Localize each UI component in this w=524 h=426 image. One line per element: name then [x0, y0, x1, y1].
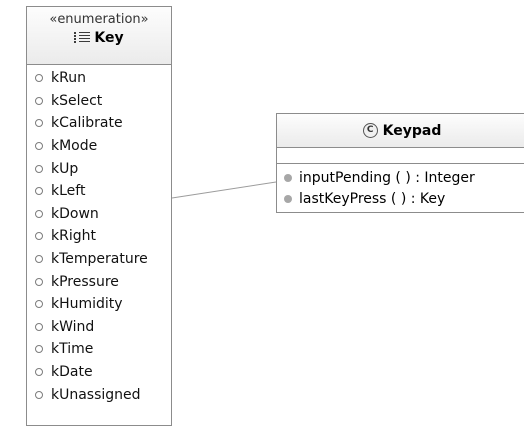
literal-label: kDown — [51, 205, 99, 222]
enum-literal[interactable]: kTime — [27, 338, 171, 361]
enum-literal[interactable]: kSelect — [27, 90, 171, 113]
literal-icon — [35, 74, 43, 83]
enum-literal[interactable]: kWind — [27, 316, 171, 339]
literal-label: kMode — [51, 138, 98, 155]
key-enumeration-header: «enumeration» Key — [27, 7, 171, 65]
class-name: Keypad — [382, 122, 442, 139]
enum-literal[interactable]: kLeft — [27, 180, 171, 203]
literal-icon — [35, 209, 43, 218]
enum-literal[interactable]: kRun — [27, 67, 171, 90]
enum-literal[interactable]: kMode — [27, 135, 171, 158]
literal-icon — [35, 300, 43, 309]
literal-label: kSelect — [51, 92, 103, 109]
class-icon: C — [362, 123, 378, 138]
keypad-class-header: C Keypad — [277, 114, 524, 148]
literal-label: kPressure — [51, 273, 119, 290]
literal-label: kDate — [51, 364, 93, 381]
literal-label: kLeft — [51, 183, 86, 200]
enumeration-icon — [74, 31, 91, 43]
enum-literal[interactable]: kDate — [27, 361, 171, 384]
enum-literal[interactable]: kUp — [27, 157, 171, 180]
literal-icon — [35, 119, 43, 128]
operation-row[interactable]: lastKeyPress ( ) : Key — [277, 188, 524, 209]
literal-icon — [35, 164, 43, 173]
literal-icon — [35, 368, 43, 377]
enum-literal[interactable]: kUnassigned — [27, 383, 171, 406]
enum-literal[interactable]: kDown — [27, 203, 171, 226]
literal-list: kRun kSelect kCalibrate kMode kUp kLeft kDown k… — [27, 65, 171, 406]
literal-label: kRun — [51, 70, 86, 87]
literal-icon — [35, 255, 43, 264]
enum-literal[interactable]: kRight — [27, 225, 171, 248]
enumeration-title: Key — [27, 28, 171, 48]
literal-icon — [35, 232, 43, 241]
enum-literal[interactable]: kCalibrate — [27, 112, 171, 135]
literal-label: kUp — [51, 160, 79, 177]
literal-icon — [35, 187, 43, 196]
attribute-compartment — [277, 148, 524, 164]
literal-icon — [35, 277, 43, 286]
literal-label: kWind — [51, 318, 95, 335]
enum-literal[interactable]: kTemperature — [27, 248, 171, 271]
key-enumeration[interactable]: «enumeration» Key kRun kSelect kCalibrate k… — [26, 6, 172, 426]
operation-icon — [284, 194, 292, 203]
operation-label: lastKeyPress ( ) : Key — [299, 190, 446, 207]
operation-label: inputPending ( ) : Integer — [299, 169, 475, 186]
literal-icon — [35, 322, 43, 331]
keypad-class[interactable]: C Keypad inputPending ( ) : Integer lastK… — [276, 113, 524, 213]
operation-list: inputPending ( ) : Integer lastKeyPress (… — [277, 164, 524, 209]
stereotype-label: «enumeration» — [49, 12, 149, 27]
diagram-canvas: «enumeration» Key kRun kSelect kCalibrate k… — [0, 0, 524, 426]
literal-label: kTime — [51, 341, 94, 358]
literal-label: kUnassigned — [51, 386, 141, 403]
operation-icon — [284, 173, 292, 182]
literal-icon — [35, 142, 43, 151]
literal-icon — [35, 390, 43, 399]
association-line[interactable] — [171, 181, 277, 199]
operation-row[interactable]: inputPending ( ) : Integer — [277, 167, 524, 188]
literal-label: kRight — [51, 228, 96, 245]
literal-label: kTemperature — [51, 251, 148, 268]
literal-icon — [35, 96, 43, 105]
literal-icon — [35, 345, 43, 354]
enum-literal[interactable]: kHumidity — [27, 293, 171, 316]
literal-label: kCalibrate — [51, 115, 123, 132]
enum-literal[interactable]: kPressure — [27, 270, 171, 293]
literal-label: kHumidity — [51, 296, 123, 313]
enumeration-name: Key — [94, 30, 124, 46]
